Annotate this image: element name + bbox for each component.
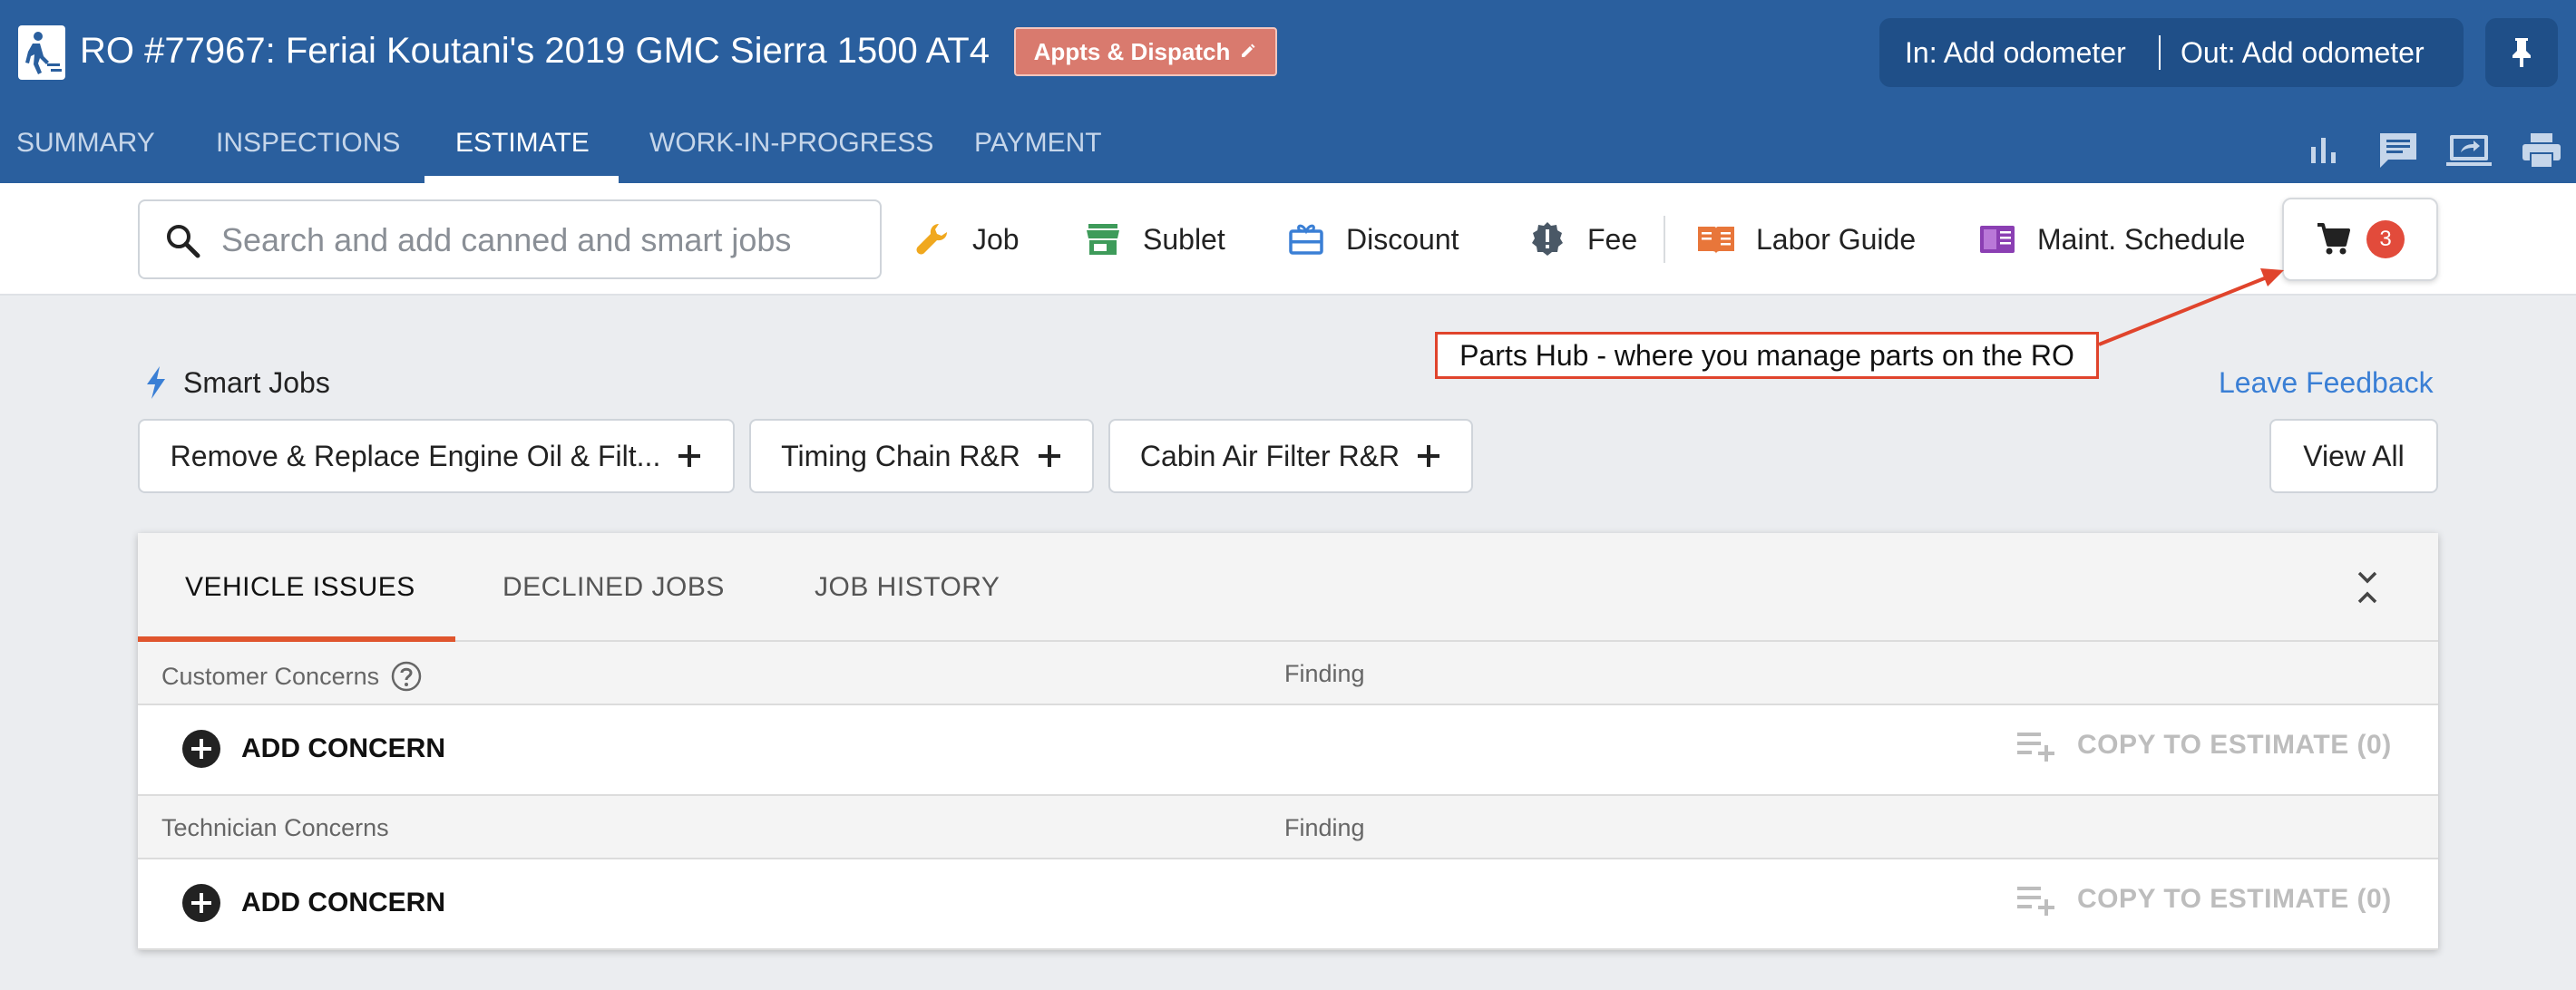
finding-column-header: Finding bbox=[1284, 660, 1365, 687]
app-header: RO #77967: Feriai Koutani's 2019 GMC Sie… bbox=[0, 0, 2576, 183]
copy-to-estimate-label: COPY TO ESTIMATE (0) bbox=[2077, 730, 2392, 760]
cart-count-badge: 3 bbox=[2366, 220, 2405, 258]
labor-guide-button[interactable]: Labor Guide bbox=[1696, 216, 1916, 263]
add-concern-label: ADD CONCERN bbox=[241, 888, 445, 917]
tab-job-history[interactable]: JOB HISTORY bbox=[815, 566, 1000, 609]
view-all-button[interactable]: View All bbox=[2269, 419, 2438, 493]
tab-work-in-progress[interactable]: WORK-IN-PROGRESS bbox=[649, 121, 933, 165]
copy-to-estimate-button[interactable]: COPY TO ESTIMATE (0) bbox=[2015, 883, 2392, 916]
edit-pencil-icon bbox=[1239, 38, 1257, 66]
add-circle-icon bbox=[182, 730, 220, 768]
vehicle-issues-panel: VEHICLE ISSUES DECLINED JOBS JOB HISTORY… bbox=[138, 533, 2438, 950]
tab-estimate[interactable]: ESTIMATE bbox=[455, 121, 590, 165]
playlist-add-icon bbox=[2017, 887, 2054, 916]
plus-icon bbox=[678, 445, 701, 467]
search-icon bbox=[167, 225, 200, 258]
copy-to-estimate-label: COPY TO ESTIMATE (0) bbox=[2077, 884, 2392, 914]
add-concern-label: ADD CONCERN bbox=[241, 733, 445, 763]
fee-badge-icon bbox=[1527, 219, 1567, 259]
store-icon bbox=[1083, 219, 1123, 259]
appts-dispatch-label: Appts & Dispatch bbox=[1033, 37, 1231, 65]
parts-hub-annotation: Parts Hub - where you manage parts on th… bbox=[1435, 332, 2099, 379]
add-fee-button[interactable]: Fee bbox=[1527, 216, 1637, 263]
wrench-icon bbox=[912, 219, 952, 259]
smart-job-label: Timing Chain R&R bbox=[781, 439, 1020, 472]
panel-tab-bar: VEHICLE ISSUES DECLINED JOBS JOB HISTORY bbox=[138, 533, 2438, 642]
help-icon[interactable] bbox=[390, 660, 423, 693]
add-discount-button[interactable]: Discount bbox=[1286, 216, 1459, 263]
page-title: RO #77967: Feriai Koutani's 2019 GMC Sie… bbox=[80, 31, 990, 71]
pin-button[interactable] bbox=[2485, 18, 2558, 87]
job-label: Job bbox=[972, 222, 1020, 256]
print-icon[interactable] bbox=[2518, 127, 2565, 174]
odometer-panel: In: Add odometer Out: Add odometer bbox=[1879, 18, 2464, 87]
odometer-out-button[interactable]: Out: Add odometer bbox=[2161, 36, 2425, 70]
walk-in-icon bbox=[18, 25, 65, 80]
add-technician-concern-button[interactable]: ADD CONCERN bbox=[181, 883, 445, 923]
parts-hub-cart-button[interactable]: 3 bbox=[2282, 198, 2438, 281]
tab-declined-jobs[interactable]: DECLINED JOBS bbox=[503, 566, 725, 609]
tab-payment[interactable]: PAYMENT bbox=[974, 121, 1102, 165]
finding-column-header: Finding bbox=[1284, 814, 1365, 841]
bar-chart-icon[interactable] bbox=[2300, 127, 2347, 174]
technician-concerns-header: Technician Concerns Finding bbox=[138, 796, 2438, 859]
collapse-panel-button[interactable] bbox=[2344, 564, 2391, 611]
smart-jobs-title: Smart Jobs bbox=[183, 365, 330, 399]
maint-schedule-label: Maint. Schedule bbox=[2037, 222, 2246, 256]
fee-label: Fee bbox=[1587, 222, 1638, 256]
gift-card-icon bbox=[1286, 219, 1326, 259]
cart-icon bbox=[2317, 223, 2350, 255]
technician-concerns-row: ADD CONCERN COPY TO ESTIMATE (0) bbox=[138, 859, 2438, 950]
technician-concerns-title: Technician Concerns bbox=[161, 814, 389, 841]
toolbar-divider bbox=[1664, 216, 1665, 263]
message-icon[interactable] bbox=[2375, 127, 2422, 174]
job-search-box[interactable] bbox=[138, 199, 882, 279]
add-sublet-button[interactable]: Sublet bbox=[1083, 216, 1225, 263]
schedule-book-icon bbox=[1977, 219, 2017, 259]
active-tab-indicator bbox=[424, 176, 619, 183]
customer-concerns-title: Customer Concerns bbox=[161, 662, 380, 690]
add-job-button[interactable]: Job bbox=[912, 216, 1020, 263]
estimate-toolbar: Job Sublet Discount Fee Labor Guide Main… bbox=[0, 183, 2576, 296]
open-book-icon bbox=[1696, 219, 1736, 259]
appts-dispatch-button[interactable]: Appts & Dispatch bbox=[1014, 27, 1277, 76]
copy-to-estimate-button[interactable]: COPY TO ESTIMATE (0) bbox=[2015, 729, 2392, 762]
tab-vehicle-issues[interactable]: VEHICLE ISSUES bbox=[185, 566, 415, 609]
add-customer-concern-button[interactable]: ADD CONCERN bbox=[181, 729, 445, 769]
customer-concerns-header: Customer Concerns Finding bbox=[138, 642, 2438, 705]
lightning-icon bbox=[147, 366, 165, 399]
labor-guide-label: Labor Guide bbox=[1756, 222, 1917, 256]
plus-icon bbox=[1418, 445, 1440, 467]
playlist-add-icon bbox=[2017, 733, 2054, 762]
smart-job-label: Cabin Air Filter R&R bbox=[1139, 439, 1400, 472]
smart-job-chip[interactable]: Timing Chain R&R bbox=[749, 419, 1094, 493]
plus-icon bbox=[1038, 445, 1060, 467]
odometer-in-button[interactable]: In: Add odometer bbox=[1879, 36, 2159, 70]
job-search-input[interactable] bbox=[221, 214, 856, 267]
customer-concerns-row: ADD CONCERN COPY TO ESTIMATE (0) bbox=[138, 705, 2438, 796]
smart-job-chip[interactable]: Remove & Replace Engine Oil & Filt... bbox=[138, 419, 735, 493]
maint-schedule-button[interactable]: Maint. Schedule bbox=[1977, 216, 2245, 263]
sublet-label: Sublet bbox=[1143, 222, 1225, 256]
tab-inspections[interactable]: INSPECTIONS bbox=[216, 121, 400, 165]
pin-icon bbox=[2513, 38, 2531, 67]
smart-job-chip[interactable]: Cabin Air Filter R&R bbox=[1108, 419, 1473, 493]
collapse-chevrons-icon bbox=[2357, 571, 2377, 604]
smart-job-label: Remove & Replace Engine Oil & Filt... bbox=[170, 439, 661, 472]
discount-label: Discount bbox=[1346, 222, 1459, 256]
screen-share-icon[interactable] bbox=[2445, 127, 2493, 174]
leave-feedback-link[interactable]: Leave Feedback bbox=[2219, 361, 2434, 404]
smart-jobs-heading: Smart Jobs bbox=[143, 361, 330, 404]
add-circle-icon bbox=[182, 884, 220, 922]
tab-summary[interactable]: SUMMARY bbox=[16, 121, 155, 165]
